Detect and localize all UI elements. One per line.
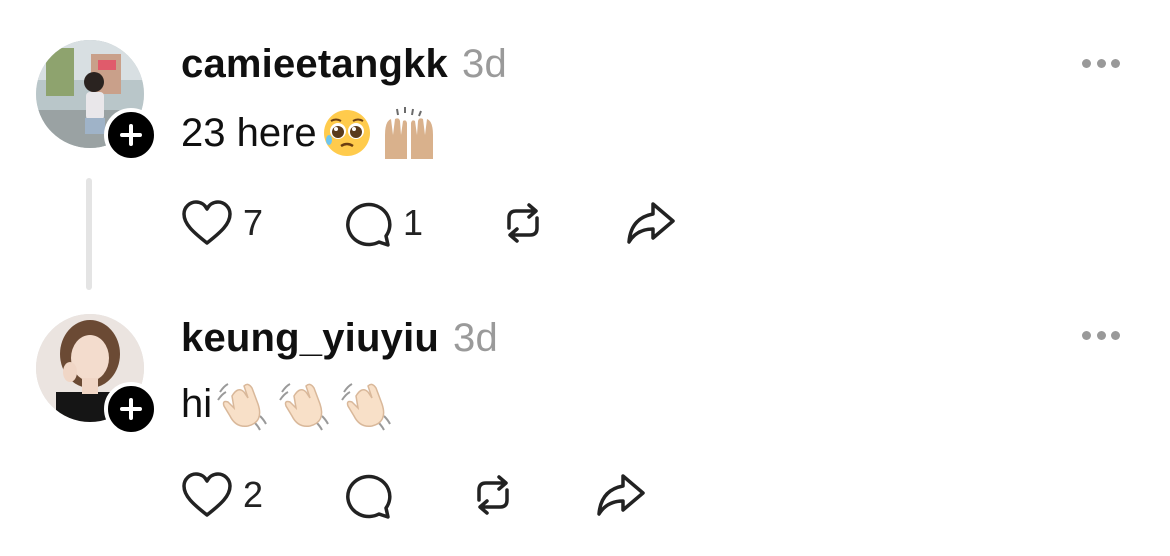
username-text[interactable]: keung_yiuyiu (181, 316, 439, 360)
waving-hand-emoji (338, 376, 398, 432)
reply-button[interactable]: 1 (341, 198, 497, 248)
share-icon (597, 474, 645, 516)
post-text-content: 23 here (181, 110, 317, 155)
dot-icon (1082, 330, 1091, 340)
like-count: 2 (243, 474, 264, 515)
reply-count: 1 (403, 202, 424, 243)
post-text-content: hi (181, 381, 213, 426)
more-options-button[interactable] (1082, 57, 1120, 69)
comment-icon (346, 202, 392, 247)
share-icon (627, 202, 675, 244)
like-button[interactable]: 2 (181, 471, 341, 519)
dot-icon (1111, 58, 1120, 68)
post-time: 3d (462, 42, 507, 86)
username-text[interactable]: camieetangkk (181, 42, 448, 86)
dot-icon (1082, 58, 1091, 68)
avatar-wrap[interactable] (36, 314, 158, 436)
action-bar: 2 (181, 470, 649, 520)
repost-icon (507, 203, 539, 243)
reply-button[interactable] (341, 470, 467, 520)
repost-button[interactable] (467, 470, 593, 520)
repost-button[interactable] (497, 198, 623, 248)
share-button[interactable] (593, 470, 649, 520)
action-bar: 7 1 (181, 198, 679, 248)
heart-icon (182, 200, 232, 245)
share-button[interactable] (623, 198, 679, 248)
post-time: 3d (453, 316, 498, 360)
follow-button[interactable] (104, 382, 158, 436)
pleading-face-emoji (319, 108, 375, 158)
dot-icon (1111, 330, 1120, 340)
comment-icon (346, 474, 392, 519)
post-text: 23 here (181, 105, 441, 161)
thread-line (86, 178, 92, 290)
waving-hand-emoji (214, 376, 274, 432)
more-options-button[interactable] (1082, 329, 1120, 341)
post-text: hi (181, 376, 398, 432)
avatar-wrap[interactable] (36, 40, 158, 162)
heart-icon (182, 472, 232, 517)
username[interactable]: camieetangkk 3d (181, 42, 507, 87)
plus-icon (120, 124, 142, 146)
username[interactable]: keung_yiuyiu 3d (181, 316, 498, 361)
plus-icon (120, 398, 142, 420)
waving-hand-emoji (276, 376, 336, 432)
dot-icon (1096, 58, 1106, 68)
raising-hands-emoji (377, 105, 441, 161)
like-button[interactable]: 7 (181, 199, 341, 247)
like-count: 7 (243, 202, 264, 243)
follow-button[interactable] (104, 108, 158, 162)
repost-icon (477, 475, 509, 515)
dot-icon (1096, 330, 1106, 340)
